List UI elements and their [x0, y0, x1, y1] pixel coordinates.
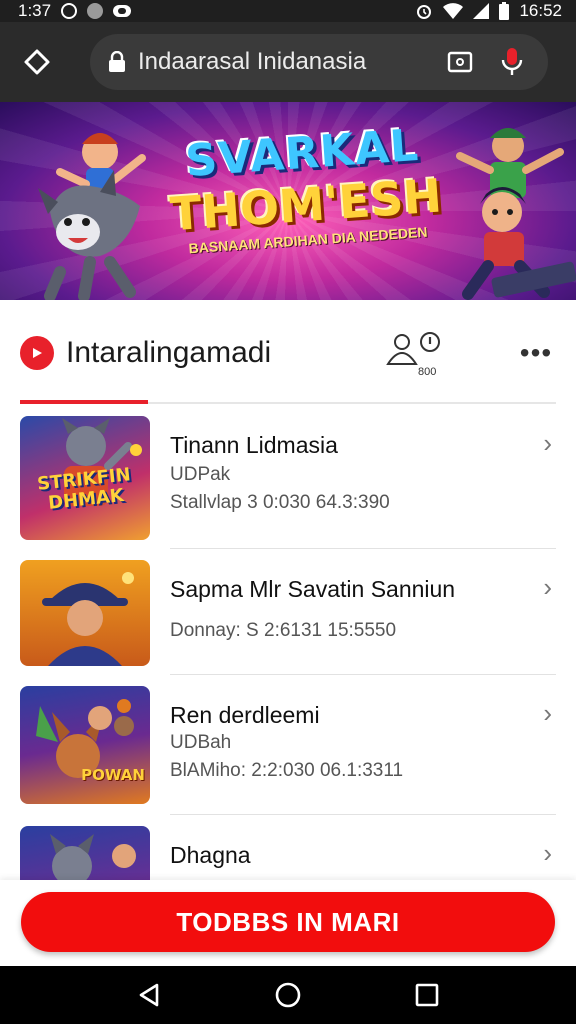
status-left: 1:37 — [18, 1, 132, 21]
video-stats: Stallvlap 3 0:030 64.3:390 — [170, 492, 390, 513]
video-stats: Donnay: S 2:6131 15:5550 — [170, 620, 397, 641]
tab-switcher-button[interactable] — [440, 42, 480, 82]
chevron-right-icon: › — [543, 428, 552, 458]
subscriber-icon — [386, 332, 440, 365]
video-channel: UDBah — [170, 732, 232, 753]
banner-wolf-illustration — [38, 133, 146, 300]
video-thumbnail — [20, 560, 150, 666]
video-thumbnail — [20, 826, 150, 880]
tab-active-indicator[interactable] — [20, 400, 148, 404]
video-stats: BlAMiho: 2:2:030 06.1:3311 — [170, 760, 404, 781]
wifi-icon — [443, 3, 464, 19]
recents-icon — [415, 983, 438, 1007]
lock-icon — [109, 51, 125, 72]
channel-name: Intaralingamadi — [66, 336, 272, 369]
home-circle-icon — [275, 982, 301, 1008]
video-item[interactable]: Sapma Mlr Savatin Sanniun Donnay: S 2:61… — [20, 560, 556, 676]
channel-logo-icon — [20, 336, 54, 370]
more-icon: ••• — [519, 337, 553, 368]
bottom-action-area: TODBBS IN MARI — [0, 880, 576, 966]
chevron-right-icon: › — [543, 572, 552, 602]
record-icon — [87, 3, 104, 19]
video-thumbnail: POWAN — [20, 686, 150, 804]
thumbnail-person-art — [42, 572, 134, 666]
banner-kids-illustration — [456, 128, 576, 300]
video-title: Sapma Mlr Savatin Sanniun — [170, 576, 456, 602]
list-divider — [170, 548, 556, 549]
status-bar: 1:37 16:52 — [0, 0, 576, 22]
status-right-time: 16:52 — [519, 1, 562, 20]
chevron-right-icon: › — [543, 838, 552, 868]
tab-switcher-icon — [447, 51, 473, 73]
status-right: 16:52 — [415, 1, 562, 21]
primary-cta-button[interactable]: TODBBS IN MARI — [21, 892, 555, 952]
list-divider — [170, 674, 556, 675]
alarm-icon — [61, 3, 78, 19]
channel-header: Intaralingamadi 800 ••• — [0, 318, 576, 388]
video-thumbnail: STRIKFIN DHMAK — [20, 416, 150, 540]
signal-icon — [473, 3, 490, 19]
notification-icon — [113, 5, 132, 17]
system-navigation-bar — [0, 966, 576, 1024]
home-button[interactable] — [14, 39, 60, 85]
status-time: 1:37 — [18, 1, 52, 20]
voice-icon — [501, 48, 523, 75]
back-button[interactable] — [124, 970, 174, 1020]
browser-toolbar: Indaarasal Inidanasia — [0, 22, 576, 102]
voice-search-button[interactable] — [492, 42, 532, 82]
video-item[interactable]: POWAN Ren derdleemi UDBah BlAMiho: 2:2:0… — [20, 686, 556, 815]
chevron-right-icon: › — [543, 698, 552, 728]
video-item[interactable]: Dhagna › — [20, 826, 556, 880]
thumbnail-text: POWAN — [81, 766, 145, 784]
video-item[interactable]: STRIKFIN DHMAK Tinann Lidmasia UDPak Sta… — [20, 416, 556, 549]
channel-banner: SVARKAL - THOM'ESH BASNAAM ARDIHAN DIA N… — [0, 102, 576, 300]
home-nav-button[interactable] — [263, 970, 313, 1020]
video-title: Ren derdleemi — [170, 702, 320, 728]
video-title: Dhagna — [170, 842, 251, 868]
more-options-button[interactable]: ••• — [516, 333, 556, 373]
thumbnail-wolf-art — [50, 834, 136, 880]
recents-button[interactable] — [402, 970, 452, 1020]
back-icon — [140, 983, 159, 1007]
video-channel: UDPak — [170, 464, 231, 485]
alarm-clock-icon — [417, 5, 432, 19]
url-bar[interactable]: Indaarasal Inidanasia — [90, 34, 548, 90]
subscribe-button[interactable]: 800 — [386, 328, 456, 378]
list-divider — [170, 814, 556, 815]
home-icon — [24, 49, 50, 75]
battery-icon — [499, 2, 510, 20]
video-title: Tinann Lidmasia — [170, 432, 338, 458]
subscriber-count: 800 — [418, 366, 437, 378]
url-text: Indaarasal Inidanasia — [138, 48, 367, 75]
thumbnail-fox-art — [36, 699, 134, 778]
